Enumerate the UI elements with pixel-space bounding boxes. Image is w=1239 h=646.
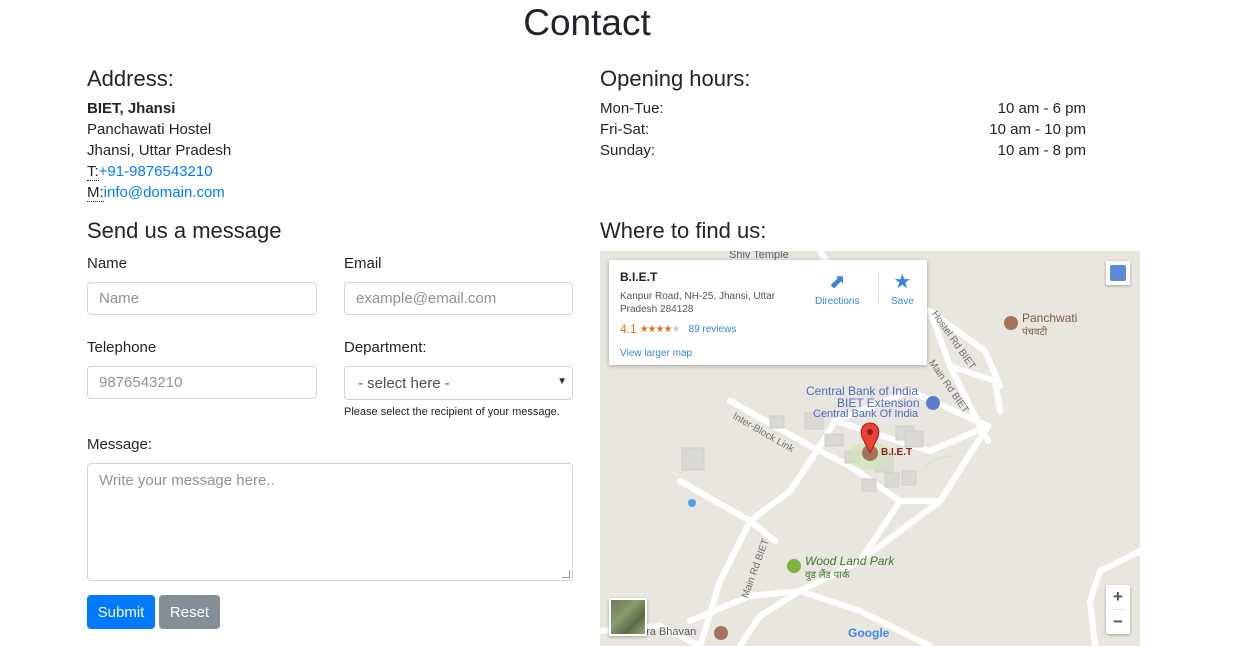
email-link[interactable]: info@domain.com [104,184,225,201]
map-label-wood-land-hi: वुड लैंड पार्क [805,570,850,581]
hours-time: 10 am - 10 pm [989,121,1086,138]
map-label-biet: B.I.E.T [881,447,913,458]
mail-abbr: M: [87,184,104,202]
address-phone-row: T:+91-9876543210 [87,161,573,182]
view-larger-map-link[interactable]: View larger map [620,348,916,359]
chevron-down-icon: ▼ [557,376,567,387]
message-form: Send us a message Name Name Email exampl… [87,218,573,629]
name-label: Name [87,255,128,272]
email-input[interactable]: example@email.com [344,282,573,315]
hours-row: Fri-Sat: 10 am - 10 pm [600,119,1086,140]
map-heading: Where to find us: [600,218,767,243]
map-label-panchwati-hi: पंचवटी [1022,327,1048,338]
satellite-toggle[interactable] [609,598,647,636]
person-icon [1110,265,1126,281]
message-textarea[interactable]: Write your message here.. [87,463,573,581]
hours-heading: Opening hours: [600,66,751,91]
phone-abbr: T: [87,163,99,181]
department-help: Please select the recipient of your mess… [344,406,560,418]
map-label-bhavan: ara Bhavan [640,626,697,638]
submit-button[interactable]: Submit [87,595,155,629]
hours-row: Sunday: 10 am - 8 pm [600,140,1086,161]
star-icon: ★★★★★ [639,323,681,335]
hours-row: Mon-Tue: 10 am - 6 pm [600,98,1086,119]
map-label-panchwati: Panchwati [1022,311,1078,325]
address-line1: Panchawati Hostel [87,121,212,138]
message-placeholder: Write your message here.. [99,472,275,489]
email-label: Email [344,255,382,272]
address-name: BIET, Jhansi [87,100,176,117]
hours-day: Mon-Tue: [600,100,664,117]
department-label: Department: [344,339,427,356]
address-section: Address: BIET, Jhansi Panchawati Hostel … [87,66,573,203]
address-email-row: M:info@domain.com [87,182,573,203]
zoom-in-button[interactable]: + [1106,585,1130,609]
map-label-cbi-3: Central Bank Of India [813,408,919,420]
save-button[interactable]: ★ Save [891,270,914,307]
address-line2: Jhansi, Uttar Pradesh [87,142,232,159]
department-selected: - select here - [358,374,450,392]
directions-icon: ⬈ [828,271,846,293]
resize-handle-icon[interactable] [562,570,570,578]
hours-time: 10 am - 6 pm [997,100,1086,117]
name-input[interactable]: Name [87,282,317,315]
directions-button[interactable]: ⬈ Directions [815,270,859,307]
telephone-input[interactable]: 9876543210 [87,366,317,399]
form-heading: Send us a message [87,218,282,243]
department-select[interactable]: - select here - ▼ [344,366,573,400]
google-logo: Google [848,626,890,640]
google-map[interactable]: Shiv Temple Hostel Rd BIET Panchwati पंच… [600,251,1140,646]
zoom-control: + − [1106,585,1130,634]
hours-time: 10 am - 8 pm [997,142,1086,159]
hours-day: Sunday: [600,142,656,159]
hours-day: Fri-Sat: [600,121,650,138]
hours-section: Opening hours: Mon-Tue: 10 am - 6 pm Fri-… [600,66,1086,161]
reset-button[interactable]: Reset [159,595,220,629]
zoom-out-button[interactable]: − [1106,610,1130,634]
place-address: Kanpur Road, NH-25, Jhansi, Uttar Prades… [620,291,776,315]
rating-value: 4.1 [620,322,637,336]
place-card: B.I.E.T Kanpur Road, NH-25, Jhansi, Utta… [609,260,927,365]
message-label: Message: [87,436,153,453]
telephone-label: Telephone [87,339,157,356]
star-icon: ★ [893,271,912,293]
place-title: B.I.E.T [620,270,658,284]
phone-link[interactable]: +91-9876543210 [99,163,213,180]
map-section: Where to find us: Shiv Temple Hostel Rd … [600,218,1140,646]
address-heading: Address: [87,66,174,91]
reviews-link[interactable]: 89 reviews [689,324,737,335]
map-label-wood-land: Wood Land Park [805,554,895,568]
place-rating: 4.1 ★★★★★ 89 reviews [620,322,916,336]
page-title: Contact [523,2,651,43]
card-divider [878,274,879,304]
street-view-pegman[interactable] [1106,261,1130,285]
